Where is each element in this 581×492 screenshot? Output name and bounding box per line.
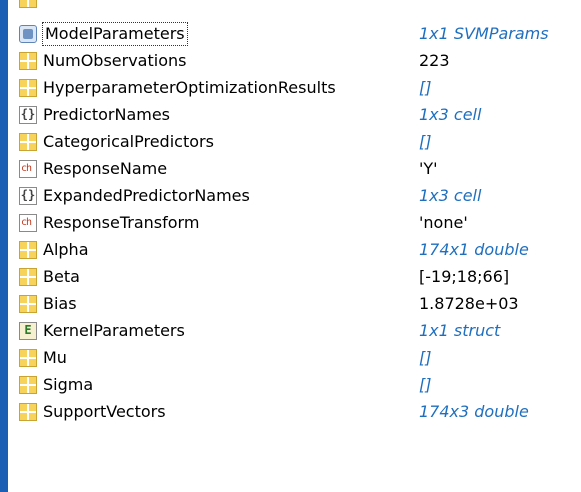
list-item[interactable]: CategoricalPredictors [] [8,129,581,156]
variable-name: KernelParameters [43,321,185,340]
matrix-icon [19,295,37,313]
matrix-icon [19,376,37,394]
variable-value: 174x1 double [419,240,529,259]
variable-name: Mu [43,348,67,367]
variable-value: [-19;18;66] [419,267,510,286]
partial-row-top [8,0,581,13]
list-item[interactable]: Beta [-19;18;66] [8,264,581,291]
char-icon: ch [19,160,37,178]
list-item[interactable]: NumObservations 223 [8,48,581,75]
object-icon [19,25,37,43]
variable-value: 223 [419,51,450,70]
variable-name: Beta [43,267,80,286]
variable-name: Sigma [43,375,94,394]
variable-value: [] [419,78,432,97]
char-icon: ch [19,214,37,232]
list-item[interactable]: Sigma [] [8,372,581,399]
variable-name: NumObservations [43,51,187,70]
matrix-icon [19,133,37,151]
matrix-icon [19,349,37,367]
variable-value: 'none' [419,213,468,232]
variable-value: 1x1 SVMParams [419,24,549,43]
variable-value: [] [419,348,432,367]
cell-array-icon: {} [19,106,37,124]
list-item[interactable]: ModelParameters 1x1 SVMParams [8,21,581,48]
variable-value: 1.8728e+03 [419,294,519,313]
variable-value: 1x1 struct [419,321,501,340]
variable-value: 'Y' [419,159,438,178]
matrix-icon [19,268,37,286]
variable-name: Bias [43,294,77,313]
variable-name: ExpandedPredictorNames [43,186,250,205]
variable-value: [] [419,132,432,151]
matrix-icon [19,79,37,97]
matrix-icon [19,241,37,259]
list-item[interactable]: ch ResponseName 'Y' [8,156,581,183]
list-item[interactable]: E KernelParameters 1x1 struct [8,318,581,345]
list-item[interactable]: SupportVectors 174x3 double [8,399,581,426]
variable-name: CategoricalPredictors [43,132,214,151]
matrix-icon [19,0,37,8]
list-item[interactable]: {} ExpandedPredictorNames 1x3 cell [8,183,581,210]
variable-value: [] [419,375,432,394]
cell-array-icon: {} [19,187,37,205]
matrix-icon [19,403,37,421]
list-item[interactable]: Alpha 174x1 double [8,237,581,264]
matrix-icon [19,52,37,70]
variable-name: PredictorNames [43,105,171,124]
left-accent-bar [0,0,8,492]
variable-list: ModelParameters 1x1 SVMParams NumObserva… [8,0,581,492]
list-item[interactable]: ch ResponseTransform 'none' [8,210,581,237]
variable-name: SupportVectors [43,402,166,421]
variable-name: ModelParameters [42,22,188,46]
variable-value: 1x3 cell [419,186,482,205]
variable-value: 1x3 cell [419,105,482,124]
struct-icon: E [19,322,37,340]
variable-name: Alpha [43,240,89,259]
list-item[interactable]: Mu [] [8,345,581,372]
variable-name: HyperparameterOptimizationResults [43,78,336,97]
variable-name: ResponseTransform [43,213,200,232]
variable-value: 174x3 double [419,402,529,421]
list-item[interactable]: Bias 1.8728e+03 [8,291,581,318]
list-item[interactable]: HyperparameterOptimizationResults [] [8,75,581,102]
variable-name: ResponseName [43,159,168,178]
list-item[interactable]: {} PredictorNames 1x3 cell [8,102,581,129]
